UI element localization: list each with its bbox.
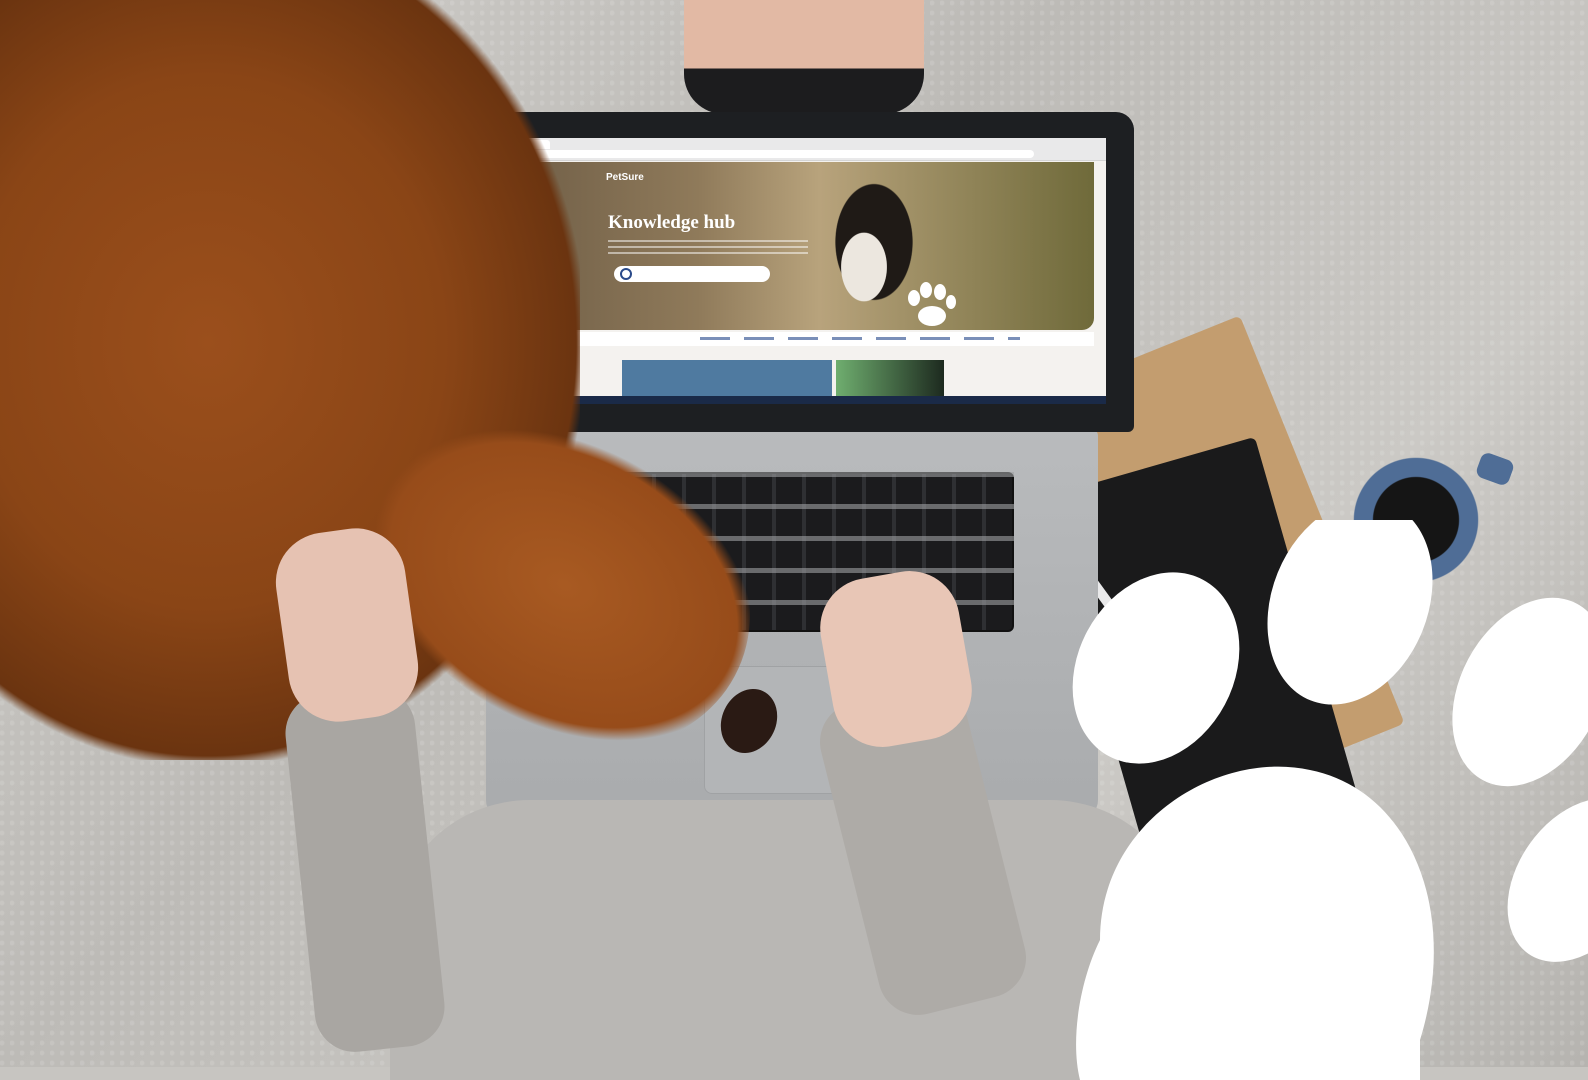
search-input	[614, 266, 770, 282]
paw-icon	[908, 282, 956, 326]
photo-scene: PetSure Knowledge hub	[0, 0, 1588, 1080]
hero-subtitle-lines	[608, 240, 808, 254]
url-bar	[514, 150, 1034, 158]
category-links	[700, 337, 1020, 340]
person-legs	[684, 0, 924, 114]
hero-title: Knowledge hub	[608, 212, 736, 233]
paw-icon	[1072, 520, 1588, 1080]
search-icon	[620, 268, 632, 280]
brand-logo: PetSure	[606, 172, 644, 183]
